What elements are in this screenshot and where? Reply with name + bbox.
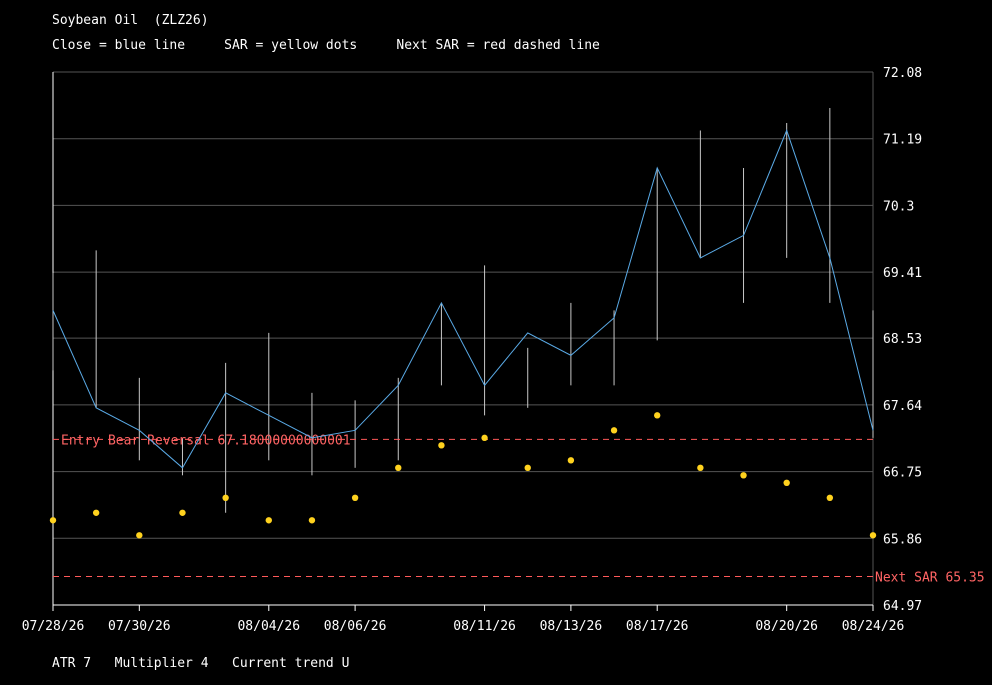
y-tick-label: 69.41 [883,266,922,281]
sar-dot [265,517,272,524]
x-tick-label: 08/06/26 [324,619,387,634]
y-tick-label: 71.19 [883,133,922,148]
sar-dot [869,532,877,539]
y-tick-label: 70.3 [883,199,914,214]
y-tick-label: 67.64 [883,399,922,414]
x-tick-label: 08/11/26 [453,619,516,634]
y-tick-label: 72.08 [883,66,922,81]
sar-dot [567,457,575,464]
y-tick-label: 66.75 [883,466,922,481]
x-tick-label: 08/24/26 [842,619,905,634]
sar-dot [610,427,618,434]
next-sar-label: Next SAR 65.35 [875,571,985,586]
sar-dot [697,464,704,472]
y-axis: 72.08 71.19 70.3 69.41 68.53 67.64 66.75 65.86 6… [883,66,922,614]
sar-dot [524,464,531,472]
x-tick-label: 07/30/26 [108,619,171,634]
y-tick-label: 65.86 [883,532,922,547]
sar-dot [740,472,747,479]
x-tick-label: 08/04/26 [237,619,300,634]
sar-dot [136,532,143,539]
sar-dots [49,412,877,539]
sar-dot [222,494,229,502]
sar-dot [783,479,790,487]
y-tick-label: 64.97 [883,599,922,614]
close-line [52,129,874,469]
x-tick-label: 08/20/26 [755,619,818,634]
sar-dot [49,517,57,524]
sar-dot [92,509,100,516]
x-tick-label: 08/17/26 [626,619,689,634]
sar-dot [308,517,316,524]
y-tick-label: 68.53 [883,332,922,347]
sar-chart: Entry Bear Reversal 67.18000000000001Nex… [22,66,985,634]
chart-footer: ATR 7 Multiplier 4 Current trend U [52,656,350,671]
sar-dot [395,464,402,472]
x-tick-label: 07/28/26 [22,619,85,634]
grid-lines [52,71,874,606]
x-tick-label: 08/13/26 [540,619,603,634]
annotations: Entry Bear Reversal 67.18000000000001Nex… [53,433,985,586]
sar-dot [826,494,834,502]
sar-dot [351,494,359,502]
daily-ranges [52,107,874,513]
sar-dot [481,434,488,442]
x-axis: 07/28/26 07/30/26 08/04/26 08/06/26 08/11/26… [22,605,905,634]
sar-dot [438,442,445,449]
sar-dot [654,412,661,419]
sar-dot [179,509,186,516]
